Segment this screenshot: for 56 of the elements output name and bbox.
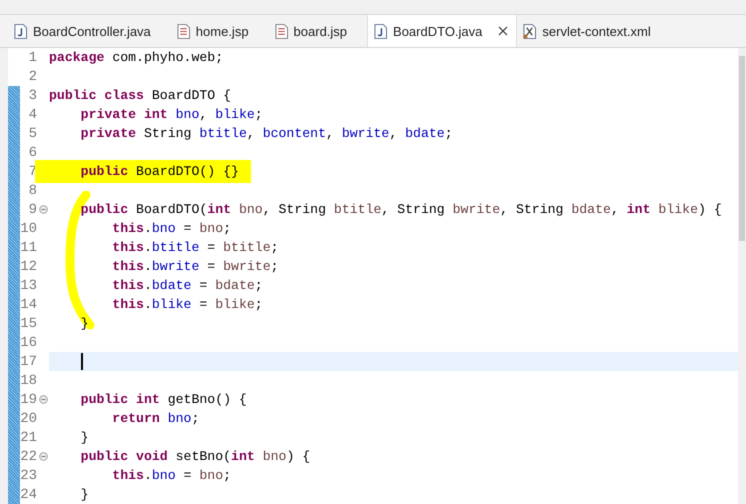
document-file-icon [274, 24, 288, 38]
line-number: 15 [20, 316, 37, 332]
line-number: 11 [20, 240, 37, 256]
line-number: 17 [20, 354, 37, 370]
code-line: } [80, 429, 89, 447]
editor-tab[interactable]: home.jsp [170, 15, 269, 47]
line-number: 24 [20, 486, 37, 502]
code-line: public void setBno(int bno) { [80, 448, 310, 466]
line-number: 9 [28, 202, 37, 218]
line-number: 14 [20, 296, 37, 312]
line-number: 23 [20, 468, 37, 484]
editor-tab[interactable]: board.jsp [268, 15, 368, 47]
code-line: return bno; [111, 410, 200, 428]
code-line: private int bno, blike; [80, 106, 263, 124]
line-number: 12 [20, 258, 37, 274]
text-cursor [81, 353, 82, 370]
vertical-scrollbar[interactable] [738, 48, 746, 504]
editor-tab[interactable]: BoardDTO.java [367, 15, 518, 47]
java-file-icon [14, 24, 27, 38]
code-line: this.btitle = btitle; [111, 239, 279, 257]
xml-file-icon [523, 24, 536, 38]
line-number: 4 [28, 106, 37, 122]
line-number: 6 [28, 144, 37, 160]
line-number: 5 [28, 126, 37, 142]
close-icon[interactable] [498, 26, 508, 36]
code-line: this.bwrite = bwrite; [111, 258, 279, 276]
line-number: 19 [20, 392, 37, 408]
line-number: 22 [20, 448, 37, 464]
code-line: this.blike = blike; [111, 296, 263, 314]
code-line: this.bdate = bdate; [111, 277, 263, 295]
code-line: private String btitle, bcontent, bwrite, bdate; [80, 125, 453, 143]
line-number: 18 [20, 372, 37, 388]
code-line: this.bno = bno; [111, 467, 232, 485]
line-number: 10 [20, 220, 37, 236]
document-file-icon [176, 24, 190, 38]
code-line: public int getBno() { [80, 391, 247, 409]
line-number: 1 [28, 50, 37, 66]
line-number: 3 [28, 88, 37, 104]
collapse-icon[interactable] [38, 395, 48, 404]
editor-tab[interactable]: servlet-context.xml [517, 15, 671, 47]
editor-tab[interactable]: BoardController.java [8, 15, 171, 47]
line-number: 16 [20, 334, 37, 350]
code-line: } [80, 486, 89, 504]
line-number: 2 [28, 68, 37, 84]
line-number: 21 [20, 430, 37, 446]
collapse-icon[interactable] [38, 205, 48, 214]
collapse-icon[interactable] [38, 452, 48, 461]
code-line: public class BoardDTO { [49, 87, 232, 105]
scrollbar-thumb[interactable] [739, 56, 745, 241]
code-line: package com.phyho.web; [49, 49, 224, 67]
java-file-icon [374, 24, 388, 38]
line-number: 13 [20, 278, 37, 294]
line-number: 8 [28, 182, 37, 198]
line-number: 20 [20, 410, 37, 426]
code-line: this.bno = bno; [111, 220, 232, 238]
code-line: public BoardDTO(int bno, String btitle, String bwrite, String bdate, int blike) { [80, 201, 722, 219]
